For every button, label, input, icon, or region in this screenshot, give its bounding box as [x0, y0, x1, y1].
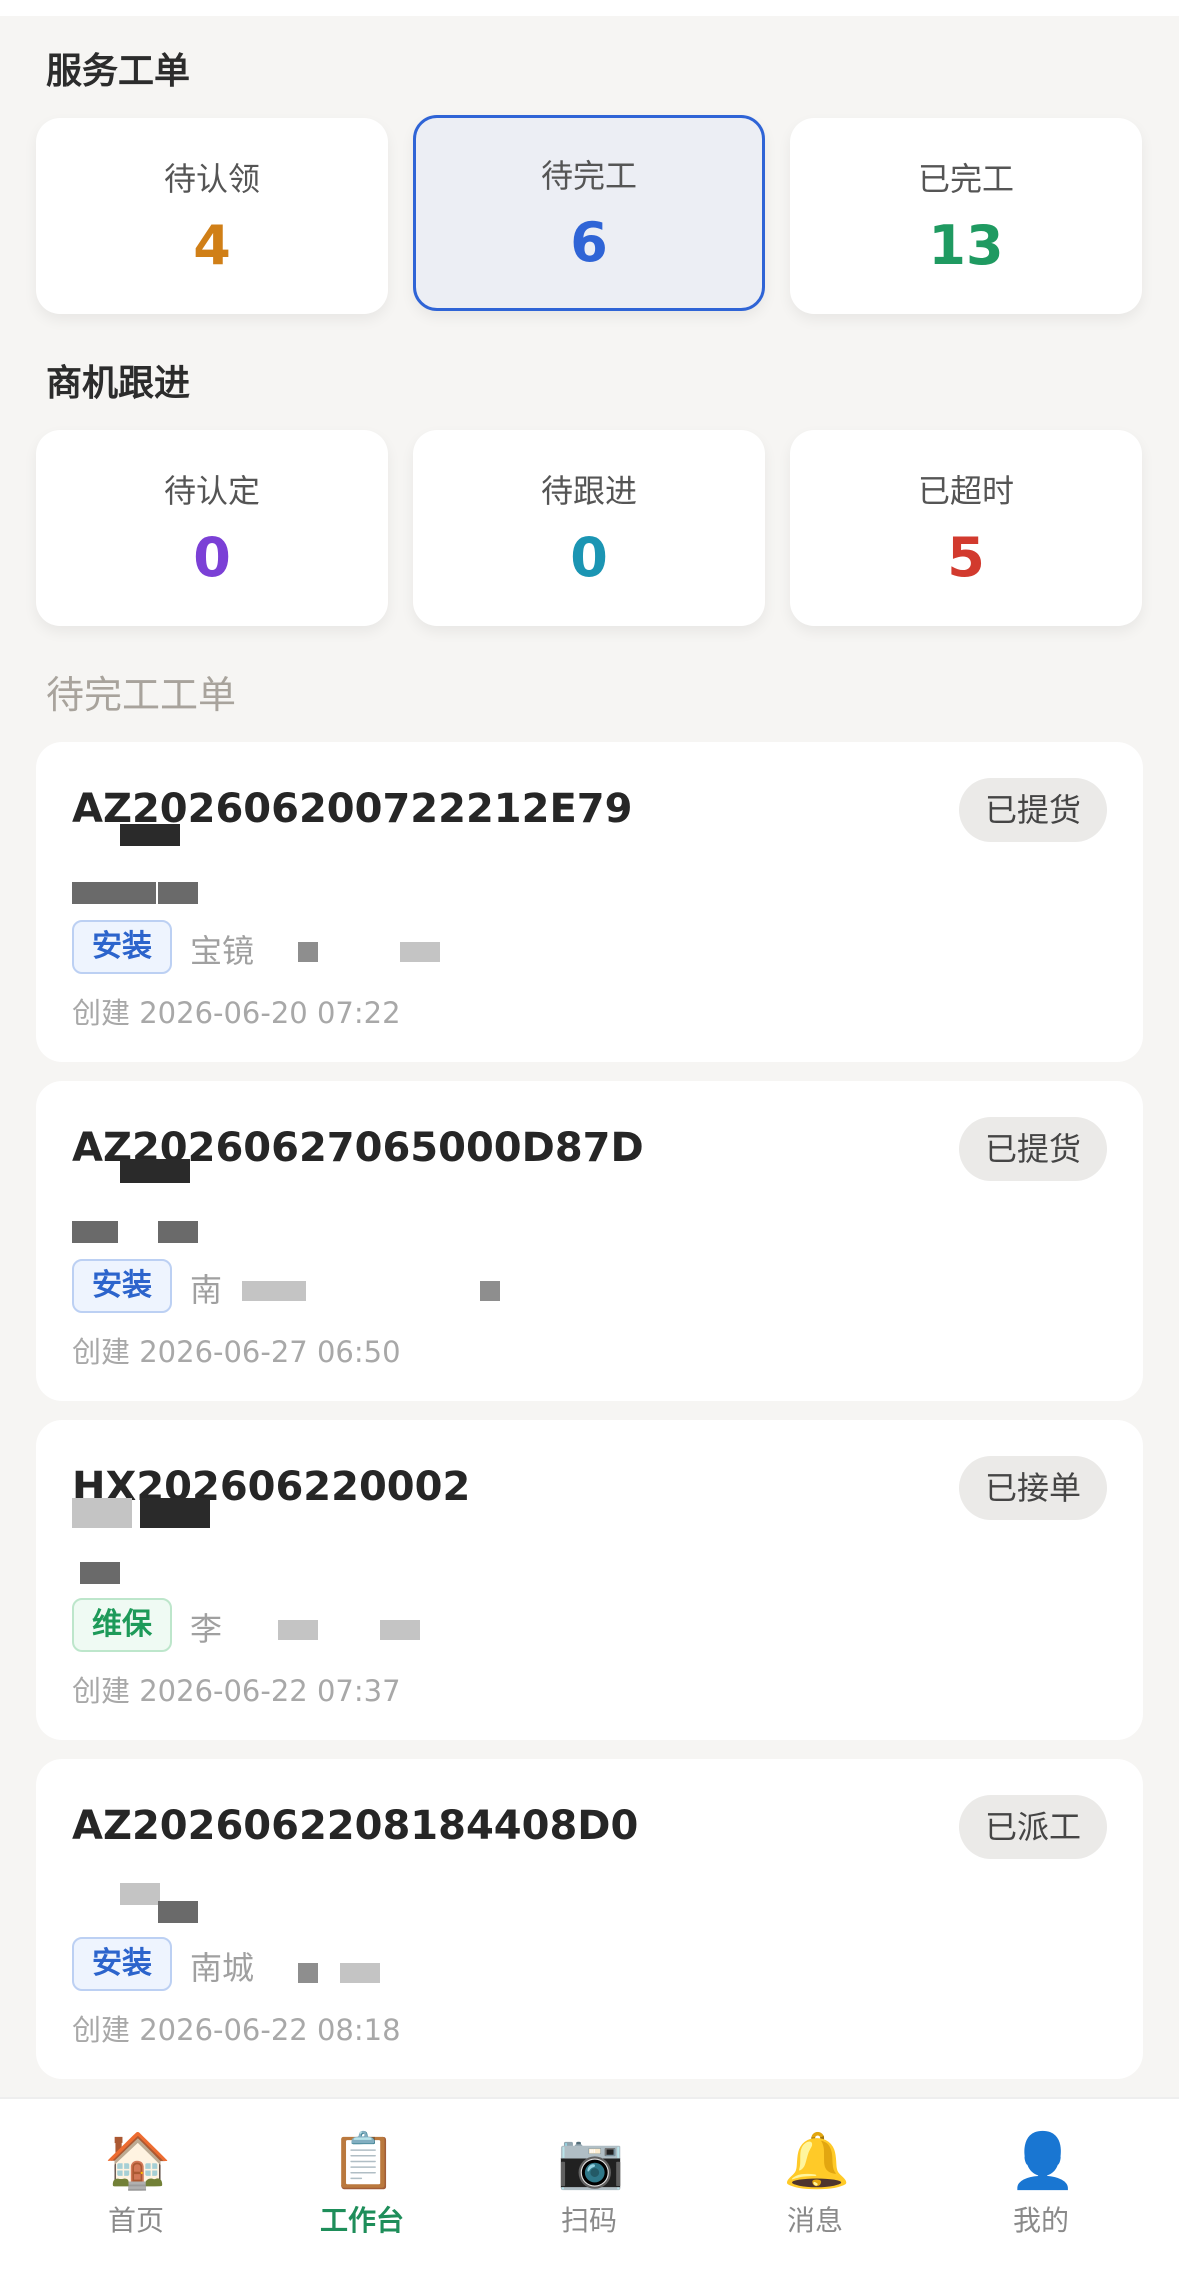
stat-value: 13	[928, 214, 1004, 277]
clipboard-icon: 📋	[330, 2129, 398, 2192]
camera-icon: 📷	[557, 2129, 625, 2192]
stat-label: 待认定	[163, 472, 260, 510]
house-icon: 🏠	[104, 2129, 172, 2192]
stat-label: 待跟进	[540, 472, 637, 510]
order-card[interactable]: AZ20260620072​2212E79 已提货 安装 宝镜 创建 2026-…	[36, 742, 1143, 1062]
redacted-block	[278, 1620, 318, 1640]
type-tag: 安装	[72, 1259, 172, 1313]
stat-value: 0	[570, 526, 608, 589]
stat-card-pending-confirm[interactable]: 待认定 0	[36, 430, 388, 626]
stat-label: 待完工	[540, 157, 637, 195]
customer-name: 南城	[190, 1949, 255, 1987]
stat-value: 4	[193, 214, 231, 277]
created-time: 创建 2026-06-22 07:37	[72, 1674, 401, 1708]
tab-workbench[interactable]: 📋 工作台	[244, 2099, 480, 2281]
redacted-block	[120, 1883, 160, 1905]
stat-card-completed[interactable]: 已完工 13	[790, 118, 1142, 314]
status-badge: 已派工	[959, 1795, 1107, 1859]
redacted-block	[80, 1562, 120, 1584]
redacted-block	[158, 1901, 198, 1923]
redacted-block	[72, 1498, 132, 1528]
customer-name: 宝镜	[190, 932, 255, 970]
order-card[interactable]: HX202606220002 已接单 维保 李 创建 2026-06-22 07…	[36, 1420, 1143, 1740]
stat-card-pending-claim[interactable]: 待认领 4	[36, 118, 388, 314]
stat-label: 待认领	[163, 160, 260, 198]
bell-icon: 🔔	[783, 2129, 851, 2192]
type-tag: 安装	[72, 1937, 172, 1991]
redacted-block	[340, 1963, 380, 1983]
tab-scan[interactable]: 📷 扫码	[471, 2099, 707, 2281]
order-number: AZ2026062208184408D0	[72, 1803, 639, 1849]
redacted-block	[72, 882, 156, 904]
stat-card-overdue[interactable]: 已超时 5	[790, 430, 1142, 626]
tab-home[interactable]: 🏠 首页	[18, 2099, 254, 2281]
status-badge: 已提货	[959, 1117, 1107, 1181]
redacted-block	[242, 1281, 306, 1301]
created-time: 创建 2026-06-22 08:18	[72, 2013, 401, 2047]
redacted-block	[72, 1221, 118, 1243]
stat-value: 5	[947, 526, 985, 589]
customer-name: 李	[190, 1610, 223, 1648]
tab-label: 工作台	[319, 2204, 404, 2237]
order-card[interactable]: AZ20260627065000D87D 已提货 安装 南 创建 2026-06…	[36, 1081, 1143, 1401]
stat-card-pending-follow[interactable]: 待跟进 0	[413, 430, 765, 626]
stat-card-pending-complete[interactable]: 待完工 6	[413, 115, 765, 311]
tab-label: 扫码	[560, 2204, 617, 2237]
redacted-block	[120, 1159, 190, 1183]
redacted-block	[380, 1620, 420, 1640]
created-time: 创建 2026-06-27 06:50	[72, 1335, 401, 1369]
user-icon: 👤	[1009, 2129, 1077, 2192]
redacted-block	[480, 1281, 500, 1301]
type-tag: 维保	[72, 1598, 172, 1652]
tab-messages[interactable]: 🔔 消息	[697, 2099, 933, 2281]
top-strip	[0, 0, 1179, 16]
redacted-block	[158, 1221, 198, 1243]
stat-label: 已超时	[917, 472, 1014, 510]
redacted-block	[158, 882, 198, 904]
order-card[interactable]: AZ2026062208184408D0 已派工 安装 南城 创建 2026-0…	[36, 1759, 1143, 2079]
customer-name: 南	[190, 1271, 223, 1309]
redacted-block	[298, 1963, 318, 1983]
tab-label: 消息	[786, 2204, 843, 2237]
status-badge: 已提货	[959, 778, 1107, 842]
service-orders-title: 服务工单	[46, 51, 191, 92]
bottom-tab-bar: 🏠 首页 📋 工作台 📷 扫码 🔔 消息 👤 我的	[0, 2097, 1179, 2281]
stat-label: 已完工	[917, 160, 1014, 198]
tab-profile[interactable]: 👤 我的	[923, 2099, 1159, 2281]
tab-label: 我的	[1012, 2204, 1069, 2237]
opportunities-title: 商机跟进	[46, 363, 191, 404]
redacted-block	[400, 942, 440, 962]
redacted-block	[120, 824, 180, 846]
redacted-block	[140, 1498, 210, 1528]
stat-value: 0	[193, 526, 231, 589]
status-badge: 已接单	[959, 1456, 1107, 1520]
order-list-title: 待完工工单	[46, 673, 237, 717]
tab-label: 首页	[107, 2204, 164, 2237]
redacted-block	[298, 942, 318, 962]
type-tag: 安装	[72, 920, 172, 974]
created-time: 创建 2026-06-20 07:22	[72, 996, 401, 1030]
stat-value: 6	[570, 211, 608, 274]
